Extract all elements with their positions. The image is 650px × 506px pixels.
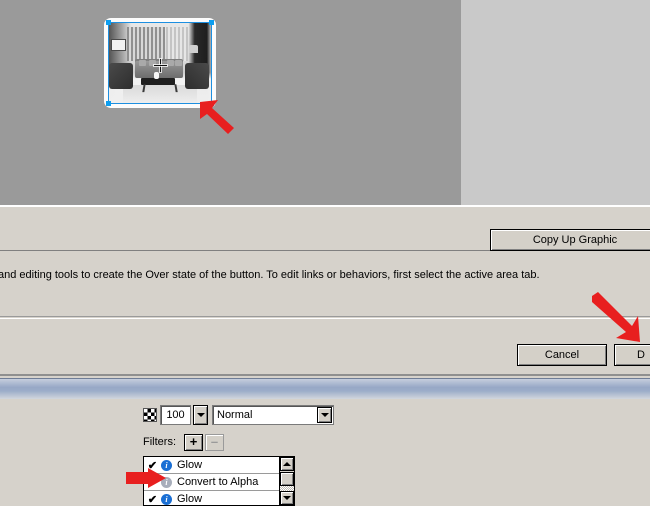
copy-up-graphic-button[interactable]: Copy Up Graphic — [490, 229, 650, 251]
scrollbar-thumb[interactable] — [280, 472, 294, 486]
filters-label: Filters: — [143, 436, 176, 448]
chevron-down-icon — [283, 496, 291, 500]
filters-toolbar: Filters: + – — [143, 433, 224, 451]
filter-enabled-checkmark[interactable]: ✔ — [144, 459, 161, 472]
filter-row-glow-2[interactable]: ✔ i Glow — [144, 491, 294, 506]
info-icon[interactable]: i — [161, 476, 172, 488]
blend-mode-select[interactable]: Normal — [212, 405, 334, 425]
filter-label: Glow — [177, 459, 203, 471]
crosshair-cursor-icon — [154, 59, 167, 72]
dialog-description-area: and editing tools to create the Over sta… — [0, 252, 650, 317]
canvas-right-padding — [461, 0, 650, 205]
opacity-blend-row: 100 Normal — [143, 405, 334, 425]
transparency-checker-icon — [143, 408, 157, 422]
scroll-down-button[interactable] — [280, 491, 294, 505]
filter-list-scrollbar[interactable] — [279, 457, 294, 505]
resize-handle-top-left[interactable] — [106, 20, 111, 25]
chevron-down-icon — [320, 413, 329, 417]
filter-enabled-checkmark[interactable]: ✔ — [144, 476, 161, 489]
scroll-up-button[interactable] — [280, 457, 294, 471]
chevron-up-icon — [283, 462, 291, 466]
background-window-titlebar[interactable] — [0, 378, 650, 399]
chevron-down-icon — [196, 413, 205, 417]
blend-mode-dropdown-button[interactable] — [317, 407, 332, 423]
filter-list[interactable]: ✔ i Glow ✔ i Convert to Alpha ✔ i Glow — [143, 456, 295, 506]
filter-label: Glow — [177, 493, 203, 505]
filter-label: Convert to Alpha — [177, 476, 259, 488]
info-icon[interactable]: i — [161, 493, 172, 505]
filter-row-convert-to-alpha[interactable]: ✔ i Convert to Alpha — [144, 474, 294, 491]
filter-enabled-checkmark[interactable]: ✔ — [144, 493, 161, 506]
resize-handle-bottom-left[interactable] — [106, 101, 111, 106]
background-window — [0, 376, 650, 506]
opacity-dropdown-button[interactable] — [193, 405, 208, 425]
info-icon[interactable]: i — [161, 459, 172, 471]
opacity-input[interactable]: 100 — [160, 405, 191, 425]
canvas-area[interactable] — [0, 0, 650, 205]
add-filter-button[interactable]: + — [184, 433, 203, 451]
resize-handle-bottom-right[interactable] — [209, 101, 214, 106]
done-button[interactable]: D — [614, 344, 650, 366]
filter-row-glow-1[interactable]: ✔ i Glow — [144, 457, 294, 474]
resize-handle-top-right[interactable] — [209, 20, 214, 25]
blend-mode-value: Normal — [217, 409, 253, 421]
cancel-button[interactable]: Cancel — [517, 344, 607, 366]
remove-filter-button[interactable]: – — [205, 433, 224, 451]
dialog-description-text: and editing tools to create the Over sta… — [0, 269, 540, 281]
